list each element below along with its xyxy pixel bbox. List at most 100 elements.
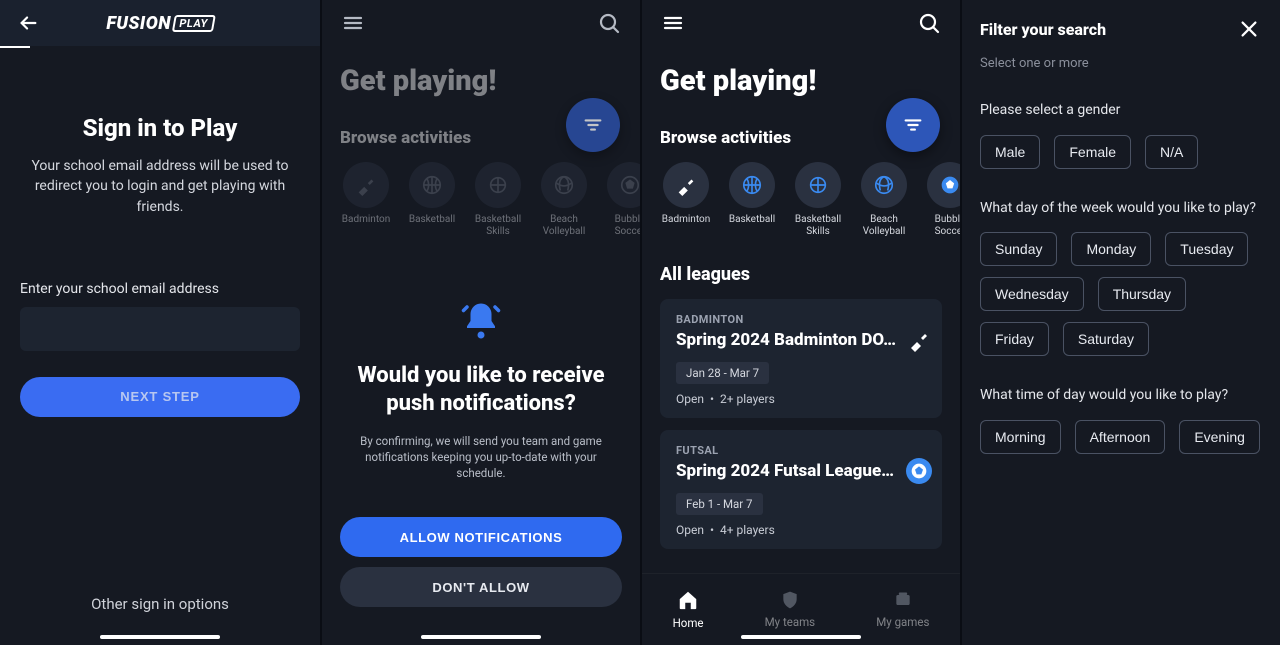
- bell-wrap: [460, 300, 502, 342]
- page-title: Get playing!: [660, 64, 942, 98]
- brand-logo: FUSION PLAY: [106, 13, 213, 34]
- filter-fab[interactable]: [886, 98, 940, 152]
- activity-item[interactable]: Basketball Skills: [792, 162, 844, 238]
- activities-row: Badminton Basketball Basketball Skills B…: [660, 162, 960, 238]
- chip-morning[interactable]: Morning: [980, 420, 1061, 454]
- activity-label: Badminton: [662, 214, 710, 226]
- other-signin-link[interactable]: Other sign in options: [91, 595, 229, 613]
- activity-label: Beach Volleyball: [538, 214, 590, 238]
- signin-body: Sign in to Play Your school email addres…: [0, 46, 320, 645]
- back-button[interactable]: [16, 11, 40, 35]
- league-meta: Open • 4+ players: [676, 523, 926, 537]
- allow-notifications-button[interactable]: ALLOW NOTIFICATIONS: [340, 517, 622, 557]
- nav-teams[interactable]: My teams: [765, 590, 815, 629]
- arrow-left-icon: [17, 12, 39, 34]
- hamburger-icon: [661, 11, 685, 35]
- chip-monday[interactable]: Monday: [1071, 232, 1151, 266]
- home-indicator: [100, 635, 220, 639]
- filter-title: Filter your search: [980, 20, 1106, 39]
- league-players: 4+ players: [720, 523, 775, 537]
- activity-item[interactable]: Bubble Soccer: [604, 162, 640, 238]
- league-sport: FUTSAL: [676, 444, 926, 457]
- filter-hint: Select one or more: [980, 56, 1262, 71]
- search-button[interactable]: [596, 10, 622, 36]
- soccer-icon: [911, 463, 927, 479]
- chip-female[interactable]: Female: [1054, 135, 1131, 169]
- all-leagues-heading: All leagues: [660, 264, 942, 285]
- activity-label: Beach Volleyball: [858, 214, 910, 238]
- games-icon: [893, 590, 913, 610]
- activity-label: Basketball Skills: [792, 214, 844, 238]
- home-icon: [677, 589, 699, 611]
- badminton-icon: [675, 174, 697, 196]
- nav-label: My teams: [765, 615, 815, 629]
- activity-item[interactable]: Basketball Skills: [472, 162, 524, 238]
- chip-wednesday[interactable]: Wednesday: [980, 277, 1084, 311]
- league-sport-badge: [906, 327, 932, 353]
- activities-row: Badminton Basketball Basketball Skills B…: [340, 162, 640, 238]
- activity-item[interactable]: Badminton: [340, 162, 392, 238]
- chip-na[interactable]: N/A: [1145, 135, 1198, 169]
- nav-games[interactable]: My games: [876, 590, 929, 629]
- chip-afternoon[interactable]: Afternoon: [1075, 420, 1166, 454]
- league-card[interactable]: BADMINTON Spring 2024 Badminton DO… Jan …: [660, 299, 942, 418]
- modal-title: Would you like to receive push notificat…: [340, 362, 622, 417]
- brand-sub: PLAY: [172, 15, 216, 32]
- league-title: Spring 2024 Badminton DO…: [676, 330, 926, 350]
- signin-screen: FUSION PLAY Sign in to Play Your school …: [0, 0, 320, 645]
- activity-label: Basketball: [409, 214, 455, 226]
- page-title: Get playing!: [340, 64, 622, 98]
- soccer-icon: [940, 175, 960, 195]
- chip-tuesday[interactable]: Tuesday: [1165, 232, 1248, 266]
- filter-icon: [902, 114, 924, 136]
- day-chips: Sunday Monday Tuesday Wednesday Thursday…: [980, 232, 1262, 356]
- league-status: Open: [676, 392, 704, 406]
- league-card[interactable]: FUTSAL Spring 2024 Futsal League (… Feb …: [660, 430, 942, 549]
- nav-home[interactable]: Home: [673, 589, 704, 630]
- close-button[interactable]: [1236, 16, 1262, 42]
- day-label: What day of the week would you like to p…: [980, 199, 1262, 219]
- league-players: 2+ players: [720, 392, 775, 406]
- next-step-button[interactable]: NEXT STEP: [20, 377, 300, 417]
- filter-header: Filter your search: [980, 16, 1262, 42]
- badminton-icon: [355, 174, 377, 196]
- modal-subtitle: By confirming, we will send you team and…: [340, 433, 622, 481]
- chip-thursday[interactable]: Thursday: [1098, 277, 1186, 311]
- league-sport-badge: [906, 458, 932, 484]
- email-field[interactable]: [20, 307, 300, 351]
- activity-item[interactable]: Beach Volleyball: [538, 162, 590, 238]
- notifications-screen: Get playing! Browse activities Badminton…: [320, 0, 640, 645]
- basketball-icon: [741, 174, 763, 196]
- activity-item[interactable]: Badminton: [660, 162, 712, 238]
- chip-male[interactable]: Male: [980, 135, 1040, 169]
- nav-label: Home: [673, 616, 704, 630]
- chip-friday[interactable]: Friday: [980, 322, 1049, 356]
- progress-indicator: [0, 46, 30, 48]
- deny-notifications-button[interactable]: DON'T ALLOW: [340, 567, 622, 607]
- nav-label: My games: [876, 615, 929, 629]
- basketball-skills-icon: [807, 174, 829, 196]
- search-button[interactable]: [916, 10, 942, 36]
- time-label: What time of day would you like to play?: [980, 386, 1262, 406]
- chip-sunday[interactable]: Sunday: [980, 232, 1057, 266]
- activity-item[interactable]: Beach Volleyball: [858, 162, 910, 238]
- league-meta: Open • 2+ players: [676, 392, 926, 406]
- chip-evening[interactable]: Evening: [1179, 420, 1260, 454]
- signin-title: Sign in to Play: [83, 114, 238, 142]
- bell-icon: [460, 300, 502, 342]
- activity-item[interactable]: Basketball: [726, 162, 778, 238]
- gender-label: Please select a gender: [980, 101, 1262, 121]
- signin-header: FUSION PLAY: [0, 0, 320, 46]
- activity-item[interactable]: Bubble Soccer: [924, 162, 960, 238]
- home-indicator: [421, 635, 541, 639]
- chip-saturday[interactable]: Saturday: [1063, 322, 1149, 356]
- menu-button[interactable]: [340, 10, 366, 36]
- activity-label: Bubble Soccer: [604, 214, 640, 238]
- activity-label: Basketball Skills: [472, 214, 524, 238]
- brand-main: FUSION: [106, 13, 171, 34]
- signin-subtitle: Your school email address will be used t…: [20, 156, 300, 217]
- menu-button[interactable]: [660, 10, 686, 36]
- filter-screen: Filter your search Select one or more Pl…: [960, 0, 1280, 645]
- activity-item[interactable]: Basketball: [406, 162, 458, 238]
- hamburger-icon: [341, 11, 365, 35]
